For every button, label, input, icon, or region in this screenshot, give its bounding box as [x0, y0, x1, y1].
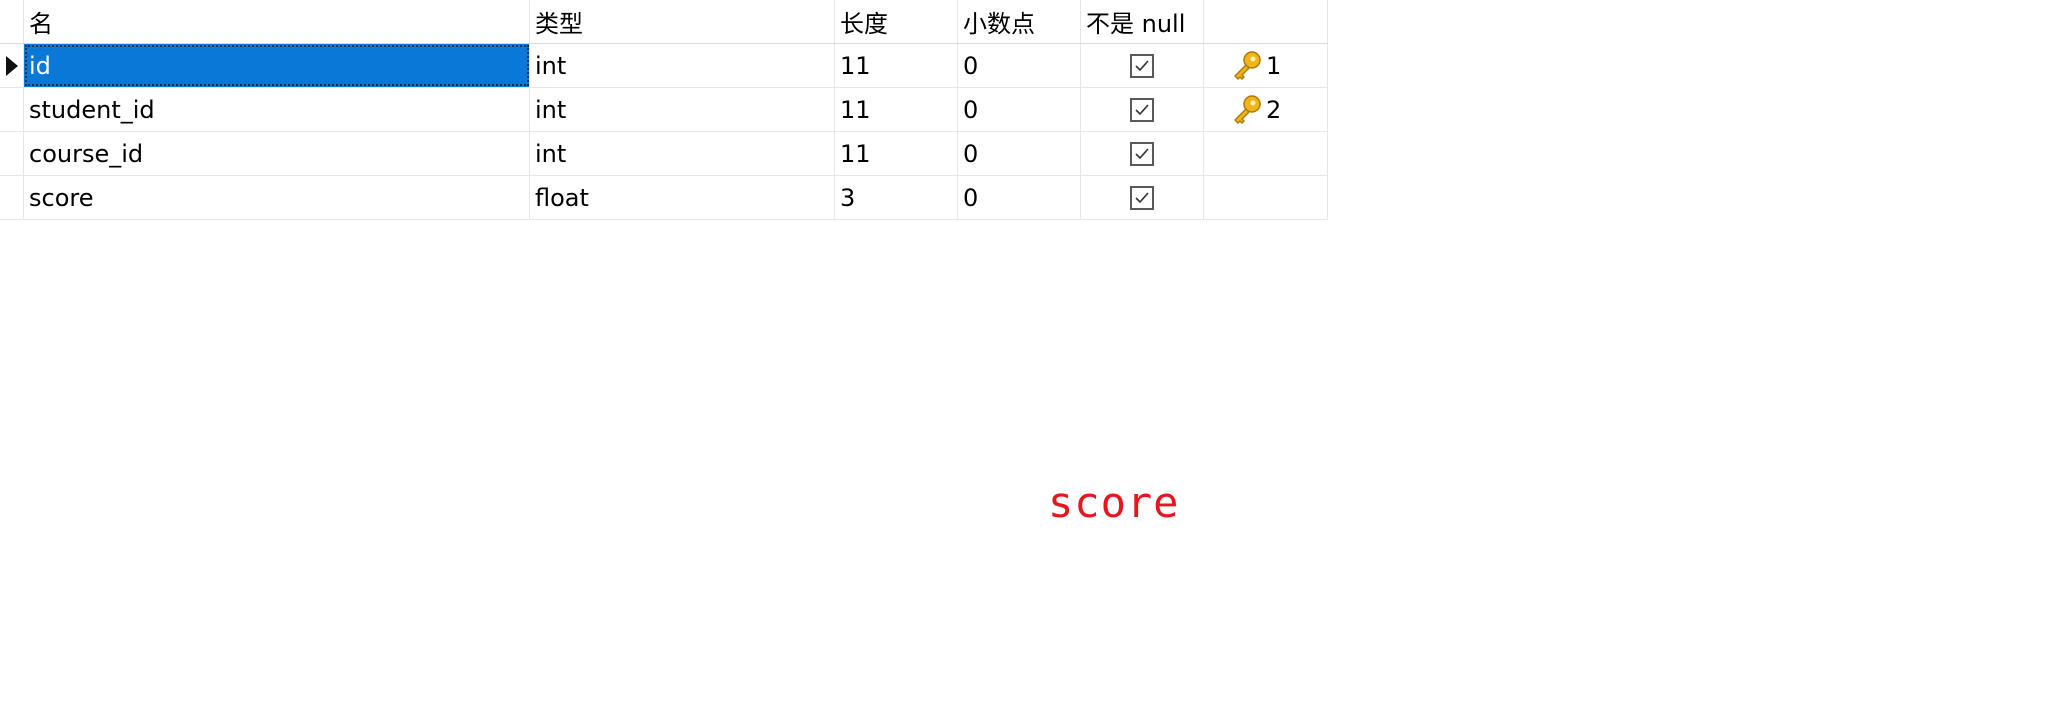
key-order: 1 [1266, 51, 1282, 80]
header-indicator-cell [0, 0, 24, 43]
table-row[interactable]: student_id int 11 0 2 [0, 88, 1328, 132]
field-not-null-cell[interactable] [1081, 44, 1204, 87]
field-name-cell[interactable]: id [24, 44, 530, 87]
field-not-null-cell[interactable] [1081, 176, 1204, 219]
field-grid: 名 类型 长度 小数点 不是 null id int 11 0 1 studen… [0, 0, 1328, 220]
field-decimals-cell[interactable]: 0 [958, 44, 1081, 87]
header-not-null[interactable]: 不是 null [1081, 0, 1204, 43]
key-order: 2 [1266, 95, 1282, 124]
header-name[interactable]: 名 [24, 0, 530, 43]
header-key[interactable] [1204, 0, 1328, 43]
field-length-cell[interactable]: 11 [835, 132, 958, 175]
key-icon [1234, 50, 1261, 80]
checkbox-checked-icon[interactable] [1130, 185, 1154, 210]
field-decimals-cell[interactable]: 0 [958, 176, 1081, 219]
field-length-cell[interactable]: 3 [835, 176, 958, 219]
checkbox-checked-icon[interactable] [1130, 97, 1154, 122]
header-type[interactable]: 类型 [530, 0, 835, 43]
table-caption: score [1048, 478, 1180, 527]
row-indicator [0, 132, 24, 175]
checkbox-checked-icon[interactable] [1130, 53, 1154, 78]
field-decimals-cell[interactable]: 0 [958, 88, 1081, 131]
field-not-null-cell[interactable] [1081, 88, 1204, 131]
key-icon [1234, 94, 1261, 124]
field-key-cell[interactable] [1204, 176, 1328, 219]
field-key-cell[interactable]: 1 [1204, 44, 1328, 87]
field-type-cell[interactable]: int [530, 44, 835, 87]
field-name-cell[interactable]: student_id [24, 88, 530, 131]
field-type-cell[interactable]: float [530, 176, 835, 219]
table-row[interactable]: course_id int 11 0 [0, 132, 1328, 176]
field-decimals-cell[interactable]: 0 [958, 132, 1081, 175]
field-type-cell[interactable]: int [530, 132, 835, 175]
row-indicator [0, 176, 24, 219]
field-length-cell[interactable]: 11 [835, 88, 958, 131]
table-row[interactable]: score float 3 0 [0, 176, 1328, 220]
field-key-cell[interactable] [1204, 132, 1328, 175]
row-pointer-icon [5, 55, 18, 76]
row-indicator [0, 44, 24, 87]
checkbox-checked-icon[interactable] [1130, 141, 1154, 166]
table-row[interactable]: id int 11 0 1 [0, 44, 1328, 88]
row-indicator [0, 88, 24, 131]
field-name-cell[interactable]: course_id [24, 132, 530, 175]
field-name-cell[interactable]: score [24, 176, 530, 219]
grid-header-row: 名 类型 长度 小数点 不是 null [0, 0, 1328, 44]
field-key-cell[interactable]: 2 [1204, 88, 1328, 131]
field-not-null-cell[interactable] [1081, 132, 1204, 175]
header-length[interactable]: 长度 [835, 0, 958, 43]
field-length-cell[interactable]: 11 [835, 44, 958, 87]
field-type-cell[interactable]: int [530, 88, 835, 131]
header-decimals[interactable]: 小数点 [958, 0, 1081, 43]
